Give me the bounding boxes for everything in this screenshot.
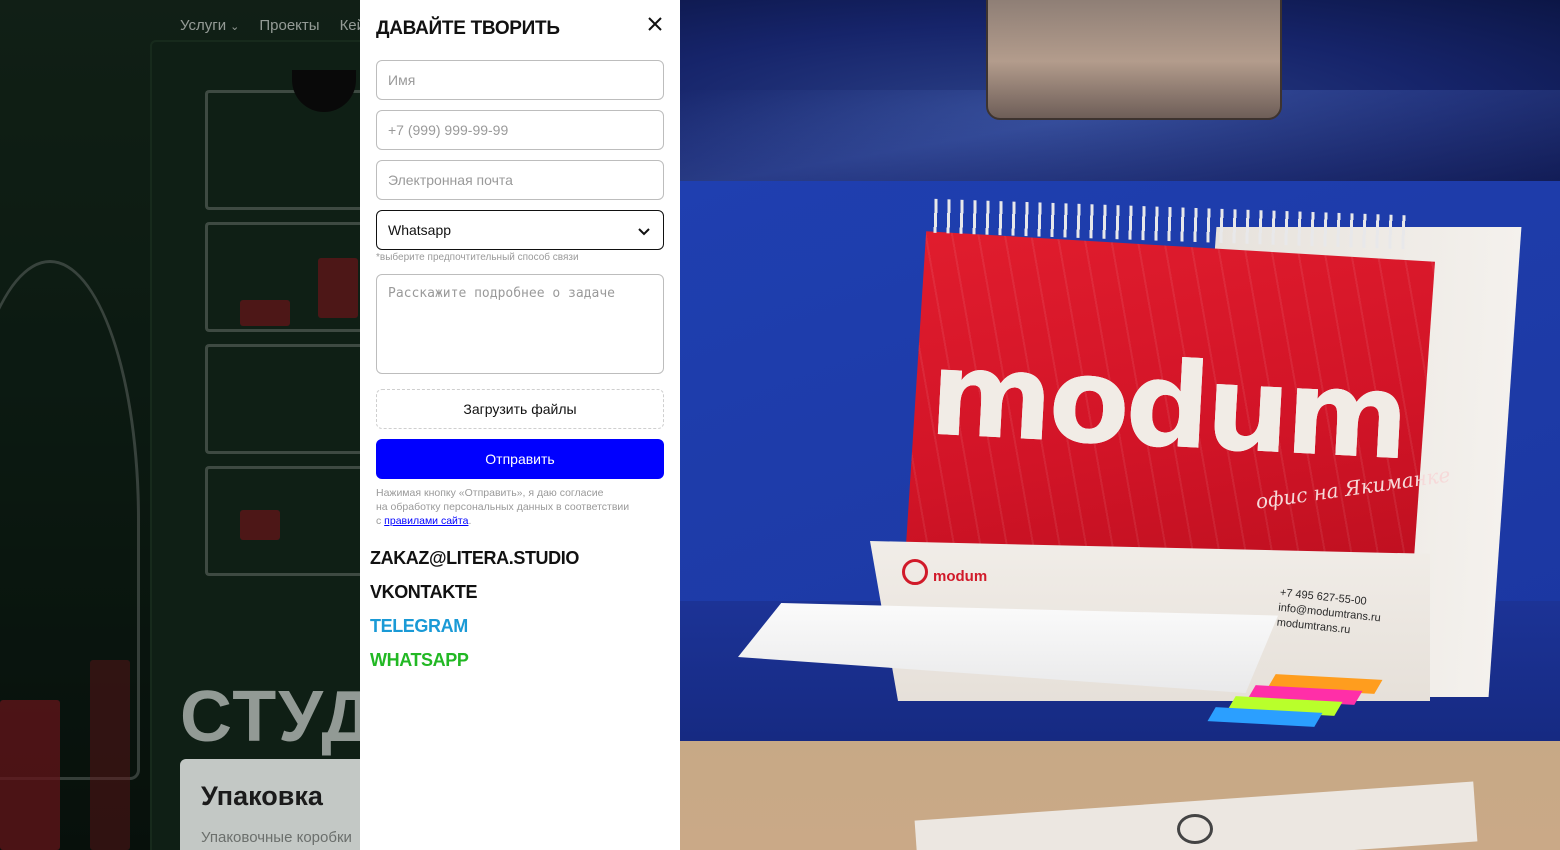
gallery-image-paper[interactable]	[680, 741, 1560, 850]
project-gallery: modum офис на Якиманке modum +7 495 627-…	[680, 0, 1560, 850]
gallery-image-silk[interactable]	[680, 0, 1560, 181]
modum-logo-text: modum	[933, 568, 988, 585]
name-input[interactable]	[376, 60, 664, 100]
email-contact-link[interactable]: ZAKAZ@LITERA.STUDIO	[370, 548, 579, 569]
background-nav: Услуги ⌄ Проекты Кей	[180, 17, 365, 34]
ornament-print	[1177, 814, 1213, 844]
calendar-brand-word: modum	[926, 323, 1409, 487]
product-object	[986, 0, 1282, 120]
phone-input[interactable]	[376, 110, 664, 150]
close-icon	[648, 17, 662, 31]
site-rules-link[interactable]: правилами сайта	[384, 515, 468, 527]
nav-projects[interactable]: Проекты	[259, 17, 319, 34]
vkontakte-link[interactable]: VKONTAKTE	[370, 582, 477, 603]
consent-line: Нажимая кнопку «Отправить», я даю соглас…	[376, 487, 604, 499]
modal-title: ДАВАЙТЕ ТВОРИТЬ	[376, 18, 560, 39]
task-textarea[interactable]	[376, 274, 664, 374]
consent-text: Нажимая кнопку «Отправить», я даю соглас…	[376, 486, 666, 528]
nav-services-label: Услуги	[180, 17, 227, 34]
contact-method-value: Whatsapp	[388, 222, 452, 238]
consent-line: на обработку персональных данных в соотв…	[376, 501, 630, 513]
upload-files-button[interactable]: Загрузить файлы	[376, 389, 664, 429]
submit-button[interactable]: Отправить	[376, 439, 664, 479]
consent-suffix: .	[468, 515, 472, 527]
chevron-down-icon	[638, 228, 650, 236]
gallery-image-calendar[interactable]: modum офис на Якиманке modum +7 495 627-…	[680, 181, 1560, 741]
nav-services[interactable]: Услуги ⌄	[180, 17, 239, 34]
close-button[interactable]	[644, 14, 666, 36]
whatsapp-link[interactable]: WHATSAPP	[370, 650, 469, 671]
modum-logo-icon	[902, 559, 928, 585]
consent-line: с правилами сайта.	[376, 514, 666, 528]
contact-method-hint: *выберите предпочтительный способ связи	[376, 252, 579, 263]
consent-prefix: с	[376, 515, 385, 527]
service-card-title: Упаковка	[201, 781, 323, 811]
email-input[interactable]	[376, 160, 664, 200]
chevron-down-icon: ⌄	[230, 21, 240, 33]
telegram-link[interactable]: TELEGRAM	[370, 616, 468, 637]
service-card-subtitle: Упаковочные коробки	[201, 829, 352, 846]
contact-method-select[interactable]: Whatsapp	[376, 210, 664, 250]
